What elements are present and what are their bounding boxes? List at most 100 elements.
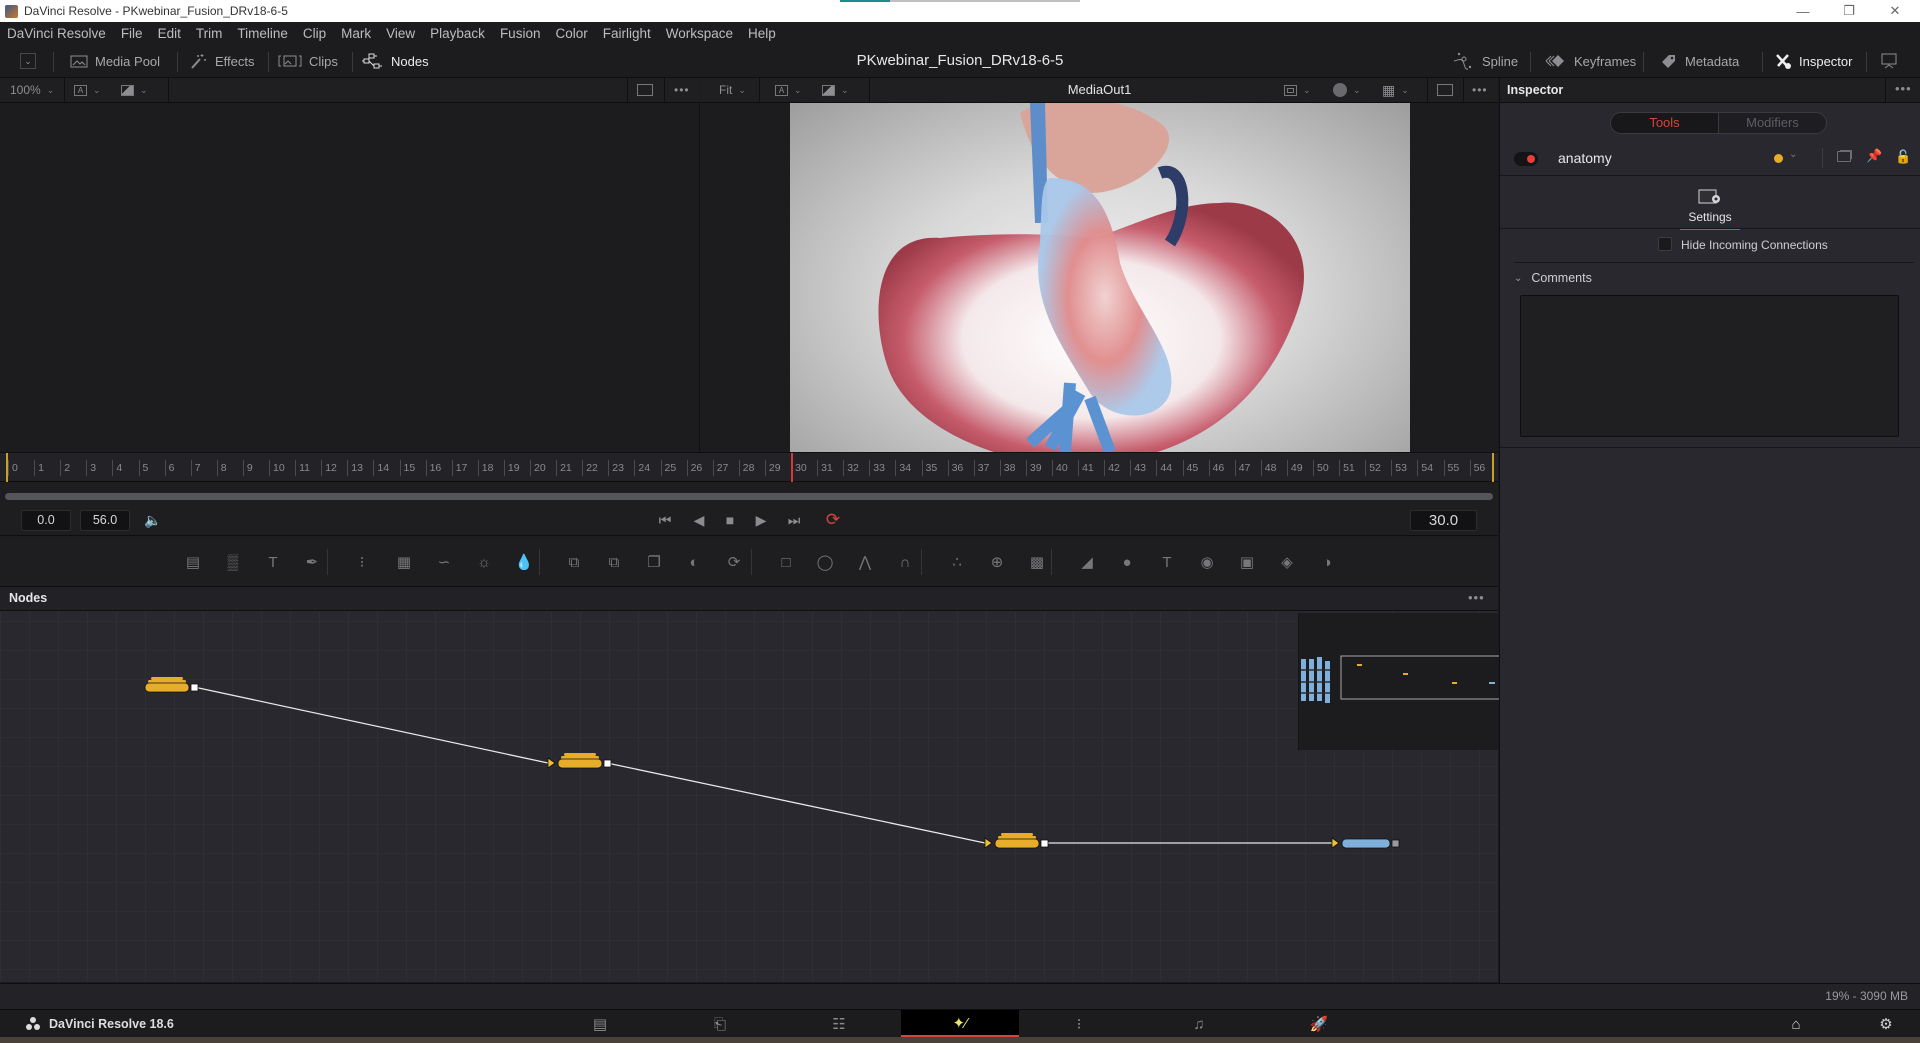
node-input-triangle[interactable]	[1331, 837, 1340, 849]
safe-area-dropdown[interactable]: ⌄	[1284, 78, 1311, 102]
render-range-end-marker[interactable]	[1492, 453, 1494, 483]
grid-dropdown[interactable]: ▦ ⌄	[1382, 78, 1409, 102]
text3d-tool-button[interactable]: T	[1155, 551, 1179, 573]
node-connection[interactable]	[606, 762, 986, 844]
page-deliver[interactable]: 🚀	[1260, 1010, 1378, 1038]
right-viewer-single-view-button[interactable]	[1437, 78, 1453, 102]
color-correct-tool-button[interactable]: ∽	[432, 551, 456, 573]
play-reverse-button[interactable]: ◀	[688, 510, 710, 530]
left-viewer[interactable]	[0, 103, 700, 452]
metadata-button[interactable]: Metadata	[1660, 44, 1739, 78]
ellipse-mask-tool-button[interactable]: ◯	[813, 551, 837, 573]
menu-playback[interactable]: Playback	[430, 26, 485, 41]
node-editor-canvas[interactable]	[0, 611, 1502, 982]
page-media[interactable]: ▤	[541, 1010, 659, 1038]
global-start-time-field[interactable]: 0.0	[21, 510, 71, 531]
tool-color-chevron-icon[interactable]: ⌄	[1789, 149, 1797, 160]
node-node-2[interactable]	[547, 753, 612, 769]
menu-fairlight[interactable]: Fairlight	[603, 26, 651, 41]
left-viewer-options-button[interactable]: •••	[674, 78, 690, 102]
menu-file[interactable]: File	[121, 26, 143, 41]
fullscreen-toggle-button[interactable]	[1880, 44, 1898, 78]
left-viewer-roi-dropdown[interactable]: ⌄	[121, 78, 148, 102]
lock-icon[interactable]: 🔓	[1895, 149, 1911, 165]
tab-tools[interactable]: Tools	[1611, 113, 1719, 133]
right-viewer-options-button[interactable]: •••	[1472, 78, 1488, 102]
project-manager-button[interactable]: ⌂	[1776, 1010, 1816, 1038]
hide-incoming-connections-checkbox[interactable]	[1658, 237, 1672, 251]
node-anatomy[interactable]	[144, 677, 199, 693]
camera3d-tool-button[interactable]: ▣	[1235, 551, 1259, 573]
menu-fusion[interactable]: Fusion	[500, 26, 541, 41]
channel-dropdown[interactable]: ⌄	[1333, 78, 1361, 102]
menu-help[interactable]: Help	[748, 26, 776, 41]
matte-control-tool-button[interactable]: ❐	[642, 551, 666, 573]
menu-color[interactable]: Color	[555, 26, 587, 41]
text-tool-button[interactable]: T	[261, 551, 285, 573]
transform-tool-button[interactable]: ⟳	[722, 551, 746, 573]
current-time-field[interactable]: 30.0	[1410, 510, 1477, 531]
inspector-options-button[interactable]: •••	[1895, 81, 1912, 96]
channel-booleans-tool-button[interactable]: ◐	[682, 551, 706, 573]
menu-clip[interactable]: Clip	[303, 26, 326, 41]
merge3d-tool-button[interactable]: ●	[1115, 551, 1139, 573]
media-pool-button[interactable]: Media Pool	[70, 44, 160, 78]
loop-button[interactable]: ⟳	[822, 510, 844, 530]
comments-section-header[interactable]: ⌄ Comments	[1514, 271, 1592, 285]
nodes-options-button[interactable]: •••	[1468, 590, 1485, 605]
viewer-image-heart-anatomy[interactable]	[790, 103, 1410, 452]
settings-tab[interactable]: Settings	[1680, 182, 1740, 230]
go-to-start-button[interactable]: ⏮	[654, 510, 676, 530]
node-mediaout1[interactable]	[1331, 837, 1400, 849]
pin-icon[interactable]: 📌	[1866, 148, 1882, 164]
polygon-mask-tool-button[interactable]: ⋀	[853, 551, 877, 573]
node-output-port[interactable]	[603, 759, 612, 768]
node-body[interactable]	[557, 758, 603, 769]
audio-toggle-button[interactable]: 🔈	[142, 510, 164, 530]
menu-davinci-resolve[interactable]: DaVinci Resolve	[7, 26, 106, 41]
global-end-time-field[interactable]: 56.0	[80, 510, 130, 531]
menu-view[interactable]: View	[386, 26, 415, 41]
merge-3d-tool-button[interactable]: ⧉	[602, 551, 626, 573]
merge-tool-button[interactable]: ⧉	[562, 551, 586, 573]
prender-tool-button[interactable]: ⊕	[985, 551, 1009, 573]
node-node-3[interactable]	[984, 833, 1049, 849]
node-output-port[interactable]	[1391, 839, 1400, 848]
tool-color-swatch[interactable]	[1774, 154, 1783, 163]
fastnoise-tool-button[interactable]: ▒	[221, 551, 245, 573]
node-body[interactable]	[144, 682, 190, 693]
image-plane-tool-button[interactable]: ◈	[1275, 551, 1299, 573]
pemitter-tool-button[interactable]: ∴	[945, 551, 969, 573]
page-color[interactable]: ⁝	[1020, 1010, 1138, 1038]
left-viewer-single-view-button[interactable]	[637, 78, 653, 102]
expand-toolbar-button[interactable]: ⌄	[20, 44, 36, 78]
play-forward-button[interactable]: ▶	[750, 510, 772, 530]
page-fusion[interactable]: ✦⁄	[901, 1010, 1019, 1038]
inspector-button[interactable]: Inspector	[1774, 44, 1852, 78]
restore-button[interactable]: ❐	[1826, 0, 1872, 22]
node-input-triangle[interactable]	[547, 757, 556, 769]
version-icon[interactable]	[1837, 151, 1851, 162]
node-output-port[interactable]	[190, 683, 199, 692]
render-range-start-marker[interactable]	[6, 453, 8, 483]
node-body[interactable]	[994, 838, 1040, 849]
close-button[interactable]: ✕	[1872, 0, 1918, 22]
paint-tool-button[interactable]: ✒	[300, 551, 324, 573]
pmerge-tool-button[interactable]: ▩	[1025, 551, 1049, 573]
brightness-contrast-tool-button[interactable]: ☼	[472, 551, 496, 573]
left-viewer-lut-dropdown[interactable]: A ⌄	[74, 78, 101, 102]
time-ruler[interactable]: 0 1 2 3 4 5 6 7 8 9 10 11 12 13 14 15 16 17 18 19 20 21 22 23 24…	[0, 452, 1498, 483]
spline-button[interactable]: Spline	[1453, 44, 1518, 78]
menu-edit[interactable]: Edit	[158, 26, 181, 41]
renderer3d-tool-button[interactable]: ◉	[1195, 551, 1219, 573]
node-input-triangle[interactable]	[984, 837, 993, 849]
clips-button[interactable]: Clips	[278, 44, 338, 78]
comments-textarea[interactable]	[1520, 295, 1899, 437]
node-connection[interactable]	[193, 686, 549, 764]
go-to-end-button[interactable]: ⏭	[783, 510, 805, 530]
menu-workspace[interactable]: Workspace	[666, 26, 733, 41]
minimize-button[interactable]: —	[1780, 0, 1826, 22]
page-fairlight[interactable]: ♫	[1140, 1010, 1258, 1038]
node-body[interactable]	[1341, 838, 1391, 849]
rectangle-mask-tool-button[interactable]: □	[774, 551, 798, 573]
